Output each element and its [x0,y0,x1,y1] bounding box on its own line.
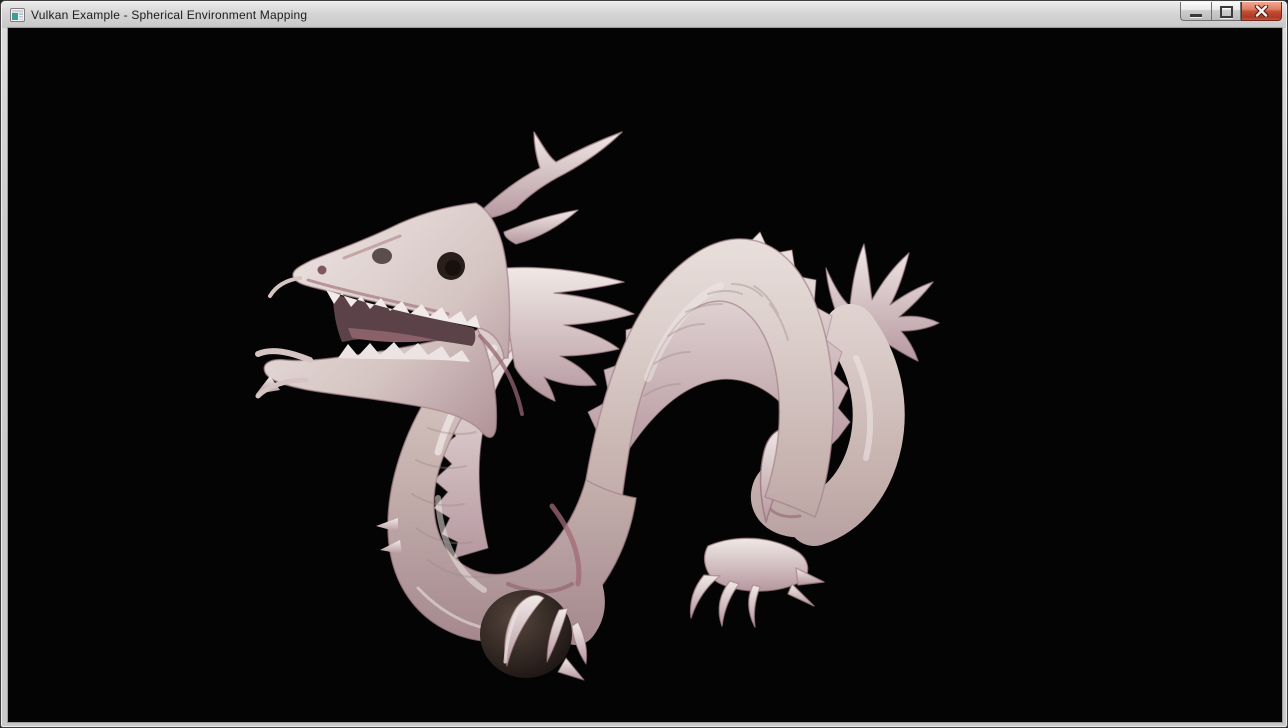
close-button[interactable] [1241,2,1282,21]
app-icon [10,8,25,22]
viewport-canvas [8,28,1282,722]
dragon-far-eye [372,248,392,264]
dragon-horns [474,132,622,219]
titlebar[interactable]: Vulkan Example - Spherical Environment M… [2,2,1286,28]
minimize-icon [1190,14,1202,17]
window-controls [1180,2,1282,21]
dragon-ear-spike [504,210,578,244]
maximize-button[interactable] [1211,2,1241,21]
close-icon [1254,5,1269,17]
minimize-button[interactable] [1180,2,1211,21]
dragon-front-leg [568,564,584,624]
dragon-rear-claw [691,538,824,627]
maximize-icon [1220,6,1233,18]
app-window: Vulkan Example - Spherical Environment M… [0,0,1288,728]
dragon-eye-pupil [445,260,461,276]
window-title: Vulkan Example - Spherical Environment M… [31,8,307,22]
dragon-model [256,132,939,680]
render-viewport[interactable] [8,28,1282,722]
dragon-nostril [318,266,327,275]
